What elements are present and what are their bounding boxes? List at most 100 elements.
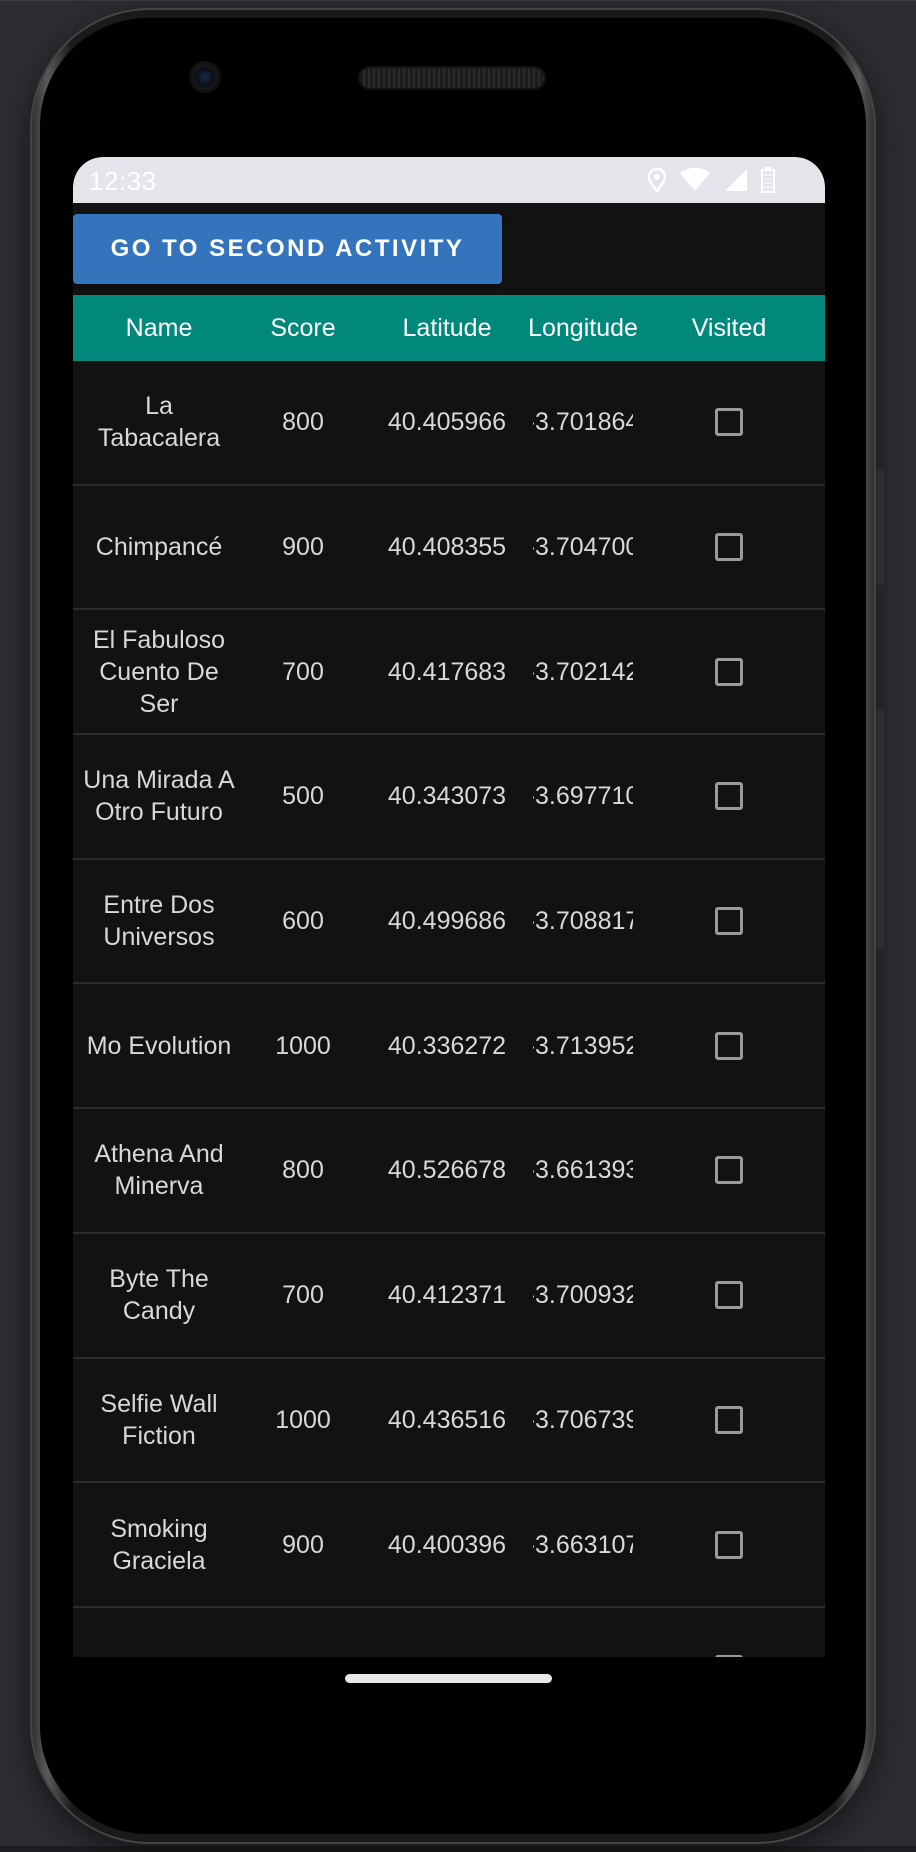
visited-checkbox[interactable]: [715, 657, 743, 686]
cell-longitude-text: -3.663107: [533, 1530, 633, 1559]
front-camera-icon: [192, 64, 218, 90]
visited-checkbox[interactable]: [715, 907, 743, 936]
cell-longitude-text: -3.701864: [533, 408, 633, 437]
header-latitude: Latitude: [402, 313, 492, 342]
cell-name: La Tabacalera: [73, 361, 245, 484]
visited-checkbox[interactable]: [715, 1530, 743, 1559]
visited-checkbox[interactable]: [715, 1156, 743, 1185]
cell-latitude-text: 40.412371: [387, 1281, 507, 1310]
cell-latitude: 40.343073: [361, 735, 533, 858]
cell-score: [245, 1608, 361, 1657]
cell-latitude-text: 40.336272: [387, 1031, 507, 1060]
cell-latitude: 40.405966: [361, 361, 533, 484]
cell-name-text: Selfie Wall Fiction: [100, 1389, 218, 1450]
cell-score-text: 800: [282, 408, 324, 437]
cell-score-text: 500: [282, 782, 324, 811]
cell-score-text: 600: [282, 907, 324, 936]
cell-visited: [633, 860, 825, 983]
cell-name: Una Mirada A Otro Futuro: [73, 735, 245, 858]
visited-checkbox[interactable]: [715, 533, 743, 562]
cell-score: 1000: [245, 1359, 361, 1482]
cell-score-text: 700: [282, 657, 324, 686]
cell-name-text: La Tabacalera: [97, 392, 221, 453]
cell-longitude: -3.706739: [533, 1359, 633, 1482]
earpiece-speaker: [360, 68, 544, 88]
home-indicator[interactable]: [345, 1674, 552, 1683]
cell-longitude-text: -3.713952: [533, 1031, 633, 1060]
cell-name: Athena And Minerva: [73, 1109, 245, 1232]
table-row: Byte The Candy 700 40.412371 -3.700932: [73, 1234, 825, 1359]
cell-score: 900: [245, 1483, 361, 1606]
visited-checkbox[interactable]: [715, 1405, 743, 1434]
table-row: Entre Dos Universos 600 40.499686 -3.708817: [73, 860, 825, 985]
cell-latitude: 40.436516: [361, 1359, 533, 1482]
cell-latitude-text: 40.400396: [387, 1530, 507, 1559]
cell-longitude: -3.697710: [533, 735, 633, 858]
cell-name-text: Chimpancé: [95, 533, 223, 562]
cell-latitude-text: 40.343073: [387, 782, 507, 811]
table-row: Athena And Minerva 800 40.526678 -3.661393: [73, 1109, 825, 1234]
cell-latitude-text: 40.405966: [387, 408, 507, 437]
visited-checkbox[interactable]: [715, 408, 743, 437]
cell-latitude: 40.412371: [361, 1234, 533, 1357]
cell-latitude-text: 40.408355: [387, 533, 507, 562]
cell-score-text: 700: [282, 1281, 324, 1310]
cell-latitude-text: 40.417683: [387, 657, 507, 686]
header-visited: Visited: [691, 313, 767, 342]
table-row: Smoking Graciela 900 40.400396 -3.663107: [73, 1483, 825, 1608]
visited-checkbox[interactable]: [715, 782, 743, 811]
cell-longitude: -3.713952: [533, 984, 633, 1107]
cell-latitude: 40.400396: [361, 1483, 533, 1606]
cell-latitude: 40.336272: [361, 984, 533, 1107]
visited-checkbox[interactable]: [715, 1031, 743, 1060]
cell-name-text: Byte The Candy: [109, 1265, 209, 1326]
cell-score: 800: [245, 361, 361, 484]
cell-score-text: 900: [282, 533, 324, 562]
cell-score: 500: [245, 735, 361, 858]
cell-longitude: -3.704700: [533, 486, 633, 609]
cell-name-text: Una Mirada A Otro Futuro: [83, 766, 235, 827]
table-header: Name Score Latitude Longitude Visited: [73, 295, 825, 361]
volume-button[interactable]: [876, 710, 884, 950]
cell-visited: [633, 984, 825, 1107]
status-time: 12:33: [89, 166, 157, 196]
cell-longitude-text: -3.702142: [533, 657, 633, 686]
cell-name: Selfie Wall Fiction: [73, 1359, 245, 1482]
header-name: Name: [125, 313, 193, 342]
cell-latitude: 40.408355: [361, 486, 533, 609]
header-longitude: Longitude: [528, 313, 638, 342]
screen-bottom: [73, 1657, 825, 1667]
go-to-second-activity-button[interactable]: GO TO SECOND ACTIVITY: [73, 214, 502, 284]
cell-visited: [633, 1359, 825, 1482]
table-row: Una Mirada A Otro Futuro 500 40.343073 -3.6…: [73, 735, 825, 860]
cell-name-text: El Fabuloso Cuento De Ser: [92, 625, 226, 718]
power-button[interactable]: [876, 470, 884, 585]
cell-longitude: -3.702142: [533, 610, 633, 733]
cell-latitude: 40.417683: [361, 610, 533, 733]
header-score: Score: [270, 313, 336, 342]
visited-checkbox[interactable]: [715, 1281, 743, 1310]
app-content: GO TO SECOND ACTIVITY Name Score Latitud…: [73, 203, 825, 1657]
cell-score: 700: [245, 610, 361, 733]
cell-longitude-text: -3.708817: [533, 907, 633, 936]
cell-name: El Fabuloso Cuento De Ser: [73, 610, 245, 733]
cell-longitude: -3.708817: [533, 860, 633, 983]
table-row: [73, 1608, 825, 1657]
cell-name: [73, 1608, 245, 1657]
status-icons: [647, 167, 775, 193]
cell-visited: [633, 1608, 825, 1657]
cell-name: Mo Evolution: [73, 984, 245, 1107]
cell-longitude: -3.700932: [533, 1234, 633, 1357]
location-icon: [647, 167, 667, 193]
desktop-edge: [0, 1846, 916, 1852]
cell-score: 700: [245, 1234, 361, 1357]
table-row: Mo Evolution 1000 40.336272 -3.713952: [73, 984, 825, 1110]
cell-longitude-text: -3.661393: [533, 1156, 633, 1185]
cell-visited: [633, 361, 825, 484]
table-body[interactable]: La Tabacalera 800 40.405966 -3.701864 Chimpa…: [73, 361, 825, 1657]
cell-name-text: Entre Dos Universos: [103, 891, 215, 952]
status-bar: 12:33: [73, 157, 825, 203]
cell-name-text: Athena And Minerva: [94, 1140, 224, 1201]
table-row: Selfie Wall Fiction 1000 40.436516 -3.70673…: [73, 1359, 825, 1484]
cell-latitude: 40.499686: [361, 860, 533, 983]
